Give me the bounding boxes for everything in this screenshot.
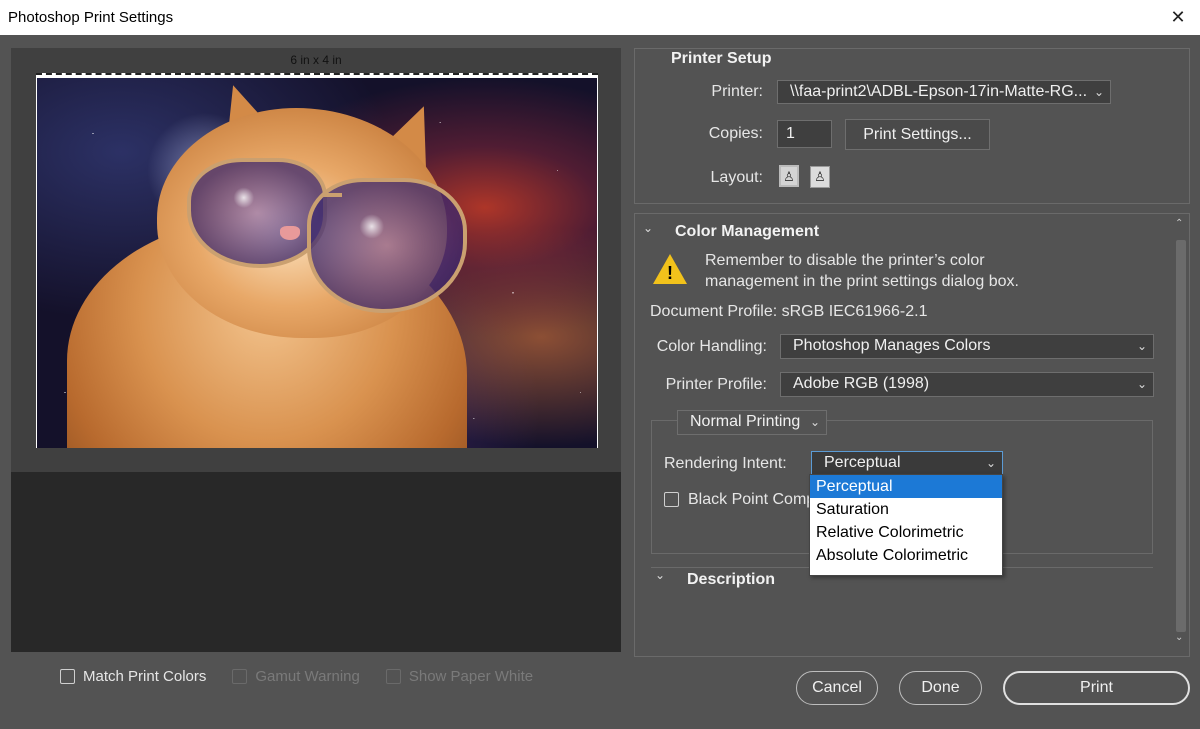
- document-profile: Document Profile: sRGB IEC61966-2.1: [650, 303, 928, 320]
- warning-exclamation: !: [667, 263, 673, 283]
- printer-setup-title: Printer Setup: [671, 50, 772, 67]
- paper-sheet[interactable]: [36, 73, 598, 448]
- description-title: Description: [687, 571, 776, 588]
- printer-select[interactable]: \\faa-print2\ADBL-Epson-17in-Matte-RG...…: [777, 80, 1111, 104]
- color-handling-select[interactable]: Photoshop Manages Colors ⌄: [780, 334, 1154, 359]
- layout-label: Layout:: [710, 169, 763, 186]
- print-button[interactable]: Print: [1003, 671, 1190, 705]
- warning-text-line-1: Remember to disable the printer’s color: [705, 252, 985, 269]
- color-handling-value: Photoshop Manages Colors: [793, 337, 991, 354]
- paper-size-label: 6 in x 4 in: [290, 53, 342, 67]
- chevron-down-icon: ⌄: [809, 415, 820, 429]
- rendering-intent-value: Perceptual: [824, 454, 901, 471]
- collapse-chevron-icon[interactable]: ⌄: [643, 221, 653, 235]
- menu-item-saturation[interactable]: Saturation: [810, 498, 1002, 521]
- printer-label: Printer:: [711, 83, 763, 100]
- sunglasses-lens-left: [187, 158, 327, 268]
- rendering-intent-label: Rendering Intent:: [664, 455, 787, 472]
- color-management-section: ⌄ Color Management ! Remember to disable…: [634, 213, 1190, 657]
- scroll-up-icon[interactable]: ⌃: [1175, 218, 1183, 229]
- window-titlebar: Photoshop Print Settings ✕: [0, 0, 1200, 35]
- menu-item-perceptual[interactable]: Perceptual: [810, 475, 1002, 498]
- scroll-down-icon[interactable]: ⌄: [1175, 632, 1183, 643]
- done-button[interactable]: Done: [899, 671, 982, 705]
- print-preview-panel: 6 in x 4 in: [11, 48, 621, 652]
- printer-setup-section: Printer Setup Printer: \\faa-print2\ADBL…: [634, 48, 1190, 204]
- chevron-down-icon: ⌄: [1136, 377, 1147, 391]
- match-print-colors-option[interactable]: Match Print Colors: [60, 666, 206, 686]
- printing-mode-value: Normal Printing: [690, 413, 801, 430]
- menu-item-absolute-colorimetric[interactable]: Absolute Colorimetric: [810, 544, 1002, 567]
- window-title: Photoshop Print Settings: [8, 9, 174, 26]
- preview-image[interactable]: [37, 78, 597, 448]
- description-chevron-icon[interactable]: ⌄: [655, 568, 665, 582]
- chevron-down-icon: ⌄: [1093, 85, 1104, 99]
- sunglasses-bridge: [322, 193, 342, 197]
- copies-label: Copies:: [708, 125, 763, 142]
- printing-mode-select[interactable]: Normal Printing ⌄: [677, 410, 827, 435]
- menu-item-relative-colorimetric[interactable]: Relative Colorimetric: [810, 521, 1002, 544]
- color-handling-label: Color Handling:: [656, 338, 767, 355]
- gamut-warning-label: Gamut Warning: [255, 667, 360, 685]
- color-management-title: Color Management: [675, 223, 820, 240]
- landscape-layout-icon[interactable]: ♙: [810, 166, 830, 188]
- printer-color-warning: Remember to disable the printer’s color …: [705, 250, 1019, 292]
- portrait-layout-icon[interactable]: ♙: [779, 165, 799, 187]
- black-point-checkbox[interactable]: [664, 492, 679, 507]
- chevron-down-icon: ⌄: [985, 456, 996, 470]
- print-settings-button[interactable]: Print Settings...: [845, 119, 990, 150]
- show-paper-white-label: Show Paper White: [408, 667, 534, 685]
- show-paper-white-option: Show Paper White: [385, 666, 534, 686]
- rendering-intent-menu: Perceptual Saturation Relative Colorimet…: [809, 474, 1003, 576]
- cat-nose: [280, 226, 300, 240]
- printer-profile-select[interactable]: Adobe RGB (1998) ⌄: [780, 372, 1154, 397]
- preview-options: Match Print Colors Gamut Warning Show Pa…: [60, 666, 533, 686]
- chevron-down-icon: ⌄: [1136, 339, 1147, 353]
- match-print-colors-label: Match Print Colors: [83, 667, 207, 685]
- cancel-button[interactable]: Cancel: [796, 671, 878, 705]
- rendering-intent-select[interactable]: Perceptual ⌄: [811, 451, 1003, 475]
- close-icon[interactable]: ✕: [1166, 0, 1190, 35]
- warning-text-line-2: management in the print settings dialog …: [705, 273, 1019, 290]
- gamut-warning-option: Gamut Warning: [232, 666, 360, 686]
- copies-input[interactable]: 1: [777, 120, 832, 148]
- black-point-label: Black Point Comp: [688, 491, 816, 508]
- printer-profile-label: Printer Profile:: [665, 376, 767, 393]
- scroll-thumb[interactable]: [1176, 240, 1186, 632]
- show-paper-white-checkbox: [385, 668, 401, 684]
- printer-profile-value: Adobe RGB (1998): [793, 375, 930, 392]
- preview-area: 6 in x 4 in: [11, 48, 621, 472]
- gamut-warning-checkbox: [232, 668, 248, 684]
- match-print-colors-checkbox[interactable]: [60, 668, 75, 684]
- printer-value: \\faa-print2\ADBL-Epson-17in-Matte-RG...: [790, 83, 1088, 100]
- color-management-scrollbar[interactable]: ⌃ ⌄: [1173, 214, 1189, 656]
